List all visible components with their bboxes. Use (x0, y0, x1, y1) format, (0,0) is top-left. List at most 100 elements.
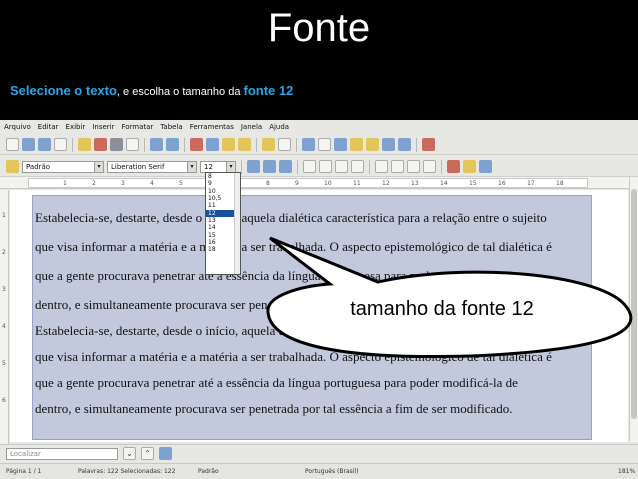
menu-tabela[interactable]: Tabela (160, 123, 182, 131)
align-right-icon[interactable] (335, 160, 348, 173)
print-icon[interactable] (110, 138, 123, 151)
ruler-number: 8 (266, 180, 270, 187)
show-draw-icon[interactable] (334, 138, 347, 151)
chevron-down-icon[interactable]: ▾ (226, 161, 235, 172)
paragraph-style-select[interactable]: Padrão ▾ (22, 160, 104, 173)
status-style: Padrão (198, 468, 219, 475)
document-line[interactable]: Estabelecia-se, destarte, desde o início… (35, 210, 547, 226)
help-icon[interactable] (422, 138, 435, 151)
find-toolbar: Localizar ⌄ ⌃ (0, 444, 638, 462)
cut-icon[interactable] (190, 138, 203, 151)
menu-bar: Arquivo Editar Exibir Inserir Formatar T… (0, 121, 638, 133)
ruler-number: 13 (411, 180, 419, 187)
menu-janela[interactable]: Janela (241, 123, 262, 131)
find-input[interactable]: Localizar (6, 447, 118, 460)
status-zoom: 181% (618, 468, 636, 475)
chevron-down-icon[interactable]: ▾ (187, 161, 196, 172)
spellcheck-icon[interactable] (150, 138, 163, 151)
ruler-number: 4 (2, 323, 6, 330)
slide-title: Fonte (267, 6, 371, 50)
paste-icon[interactable] (222, 138, 235, 151)
horizontal-ruler[interactable]: 123456789101112131415161718 (0, 177, 638, 189)
ruler-number: 1 (63, 180, 67, 187)
highlight-icon[interactable] (463, 160, 476, 173)
subtitle-text: , e escolha o tamanho da (116, 86, 244, 98)
find-previous-icon[interactable]: ⌄ (123, 447, 136, 460)
navigator-icon[interactable] (350, 138, 363, 151)
chevron-down-icon[interactable]: ▾ (94, 161, 103, 172)
print-preview-icon[interactable] (126, 138, 139, 151)
menu-editar[interactable]: Editar (38, 123, 59, 131)
table-icon[interactable] (318, 138, 331, 151)
align-center-icon[interactable] (319, 160, 332, 173)
email-icon[interactable] (54, 138, 67, 151)
gallery-icon[interactable] (366, 138, 379, 151)
decrease-indent-icon[interactable] (407, 160, 420, 173)
vertical-scrollbar[interactable] (629, 177, 638, 442)
new-document-icon[interactable] (6, 138, 19, 151)
justify-icon[interactable] (351, 160, 364, 173)
menu-exibir[interactable]: Exibir (66, 123, 86, 131)
open-icon[interactable] (22, 138, 35, 151)
document-line[interactable]: que a gente procurava penetrar até a ess… (35, 375, 518, 391)
ruler-number: 5 (2, 360, 6, 367)
font-size-select[interactable]: 12 ▾ (200, 160, 236, 173)
document-line[interactable]: que visa informar a matéria e a matéria … (35, 239, 552, 255)
italic-icon[interactable] (263, 160, 276, 173)
styles-formatting-icon[interactable] (6, 160, 19, 173)
subtitle-highlight-font: fonte 12 (243, 83, 294, 98)
scrollbar-thumb[interactable] (631, 189, 637, 419)
subtitle-highlight-select: Selecione o texto (10, 83, 117, 98)
menu-inserir[interactable]: Inserir (92, 123, 114, 131)
formatting-marks-icon[interactable] (398, 138, 411, 151)
ruler-number: 3 (2, 286, 6, 293)
align-left-icon[interactable] (303, 160, 316, 173)
numbering-icon[interactable] (375, 160, 388, 173)
ruler-number: 3 (121, 180, 125, 187)
font-name-select[interactable]: Liberation Serif ▾ (107, 160, 197, 173)
data-sources-icon[interactable] (382, 138, 395, 151)
toolbar-separator (296, 137, 297, 152)
ruler-track: 123456789101112131415161718 (28, 178, 588, 188)
toolbar-separator (369, 159, 370, 174)
find-next-icon[interactable]: ⌃ (141, 447, 154, 460)
underline-icon[interactable] (279, 160, 292, 173)
autospell-icon[interactable] (166, 138, 179, 151)
copy-icon[interactable] (206, 138, 219, 151)
paragraph-style-value: Padrão (26, 162, 51, 171)
find-replace-icon[interactable] (159, 447, 172, 460)
toolbar-separator (72, 137, 73, 152)
document-line[interactable]: dentro, e simultaneamente procurava ser … (35, 401, 513, 417)
clone-format-icon[interactable] (238, 138, 251, 151)
export-pdf-icon[interactable] (94, 138, 107, 151)
document-line[interactable]: que a gente procurava penetrar até a ess… (35, 268, 518, 284)
menu-formatar[interactable]: Formatar (121, 123, 153, 131)
ruler-number: 12 (382, 180, 390, 187)
document-line[interactable]: que visa informar a matéria e a matéria … (35, 349, 552, 365)
ruler-number: 5 (179, 180, 183, 187)
font-name-value: Liberation Serif (111, 162, 165, 171)
save-icon[interactable] (38, 138, 51, 151)
undo-icon[interactable] (262, 138, 275, 151)
status-bar: Página 1 / 1 Palavras: 122 Selecionadas:… (0, 463, 638, 479)
background-color-icon[interactable] (479, 160, 492, 173)
bullets-icon[interactable] (391, 160, 404, 173)
ruler-number: 15 (469, 180, 477, 187)
edit-file-icon[interactable] (78, 138, 91, 151)
hyperlink-icon[interactable] (302, 138, 315, 151)
bold-icon[interactable] (247, 160, 260, 173)
dropdown-scrollbar[interactable] (234, 173, 240, 274)
menu-ferramentas[interactable]: Ferramentas (190, 123, 234, 131)
toolbar-separator (297, 159, 298, 174)
font-color-icon[interactable] (447, 160, 460, 173)
redo-icon[interactable] (278, 138, 291, 151)
menu-arquivo[interactable]: Arquivo (4, 123, 31, 131)
vertical-ruler[interactable]: 1 2 3 4 5 6 (0, 190, 9, 450)
menu-ajuda[interactable]: Ajuda (269, 123, 289, 131)
ruler-number: 9 (295, 180, 299, 187)
increase-indent-icon[interactable] (423, 160, 436, 173)
ruler-number: 2 (2, 249, 6, 256)
font-size-dropdown[interactable]: 8 9 10 10,5 11 12 13 14 15 16 18 (205, 172, 241, 275)
document-line[interactable]: Estabelecia-se, destarte, desde o início… (35, 323, 547, 339)
toolbar-separator (256, 137, 257, 152)
